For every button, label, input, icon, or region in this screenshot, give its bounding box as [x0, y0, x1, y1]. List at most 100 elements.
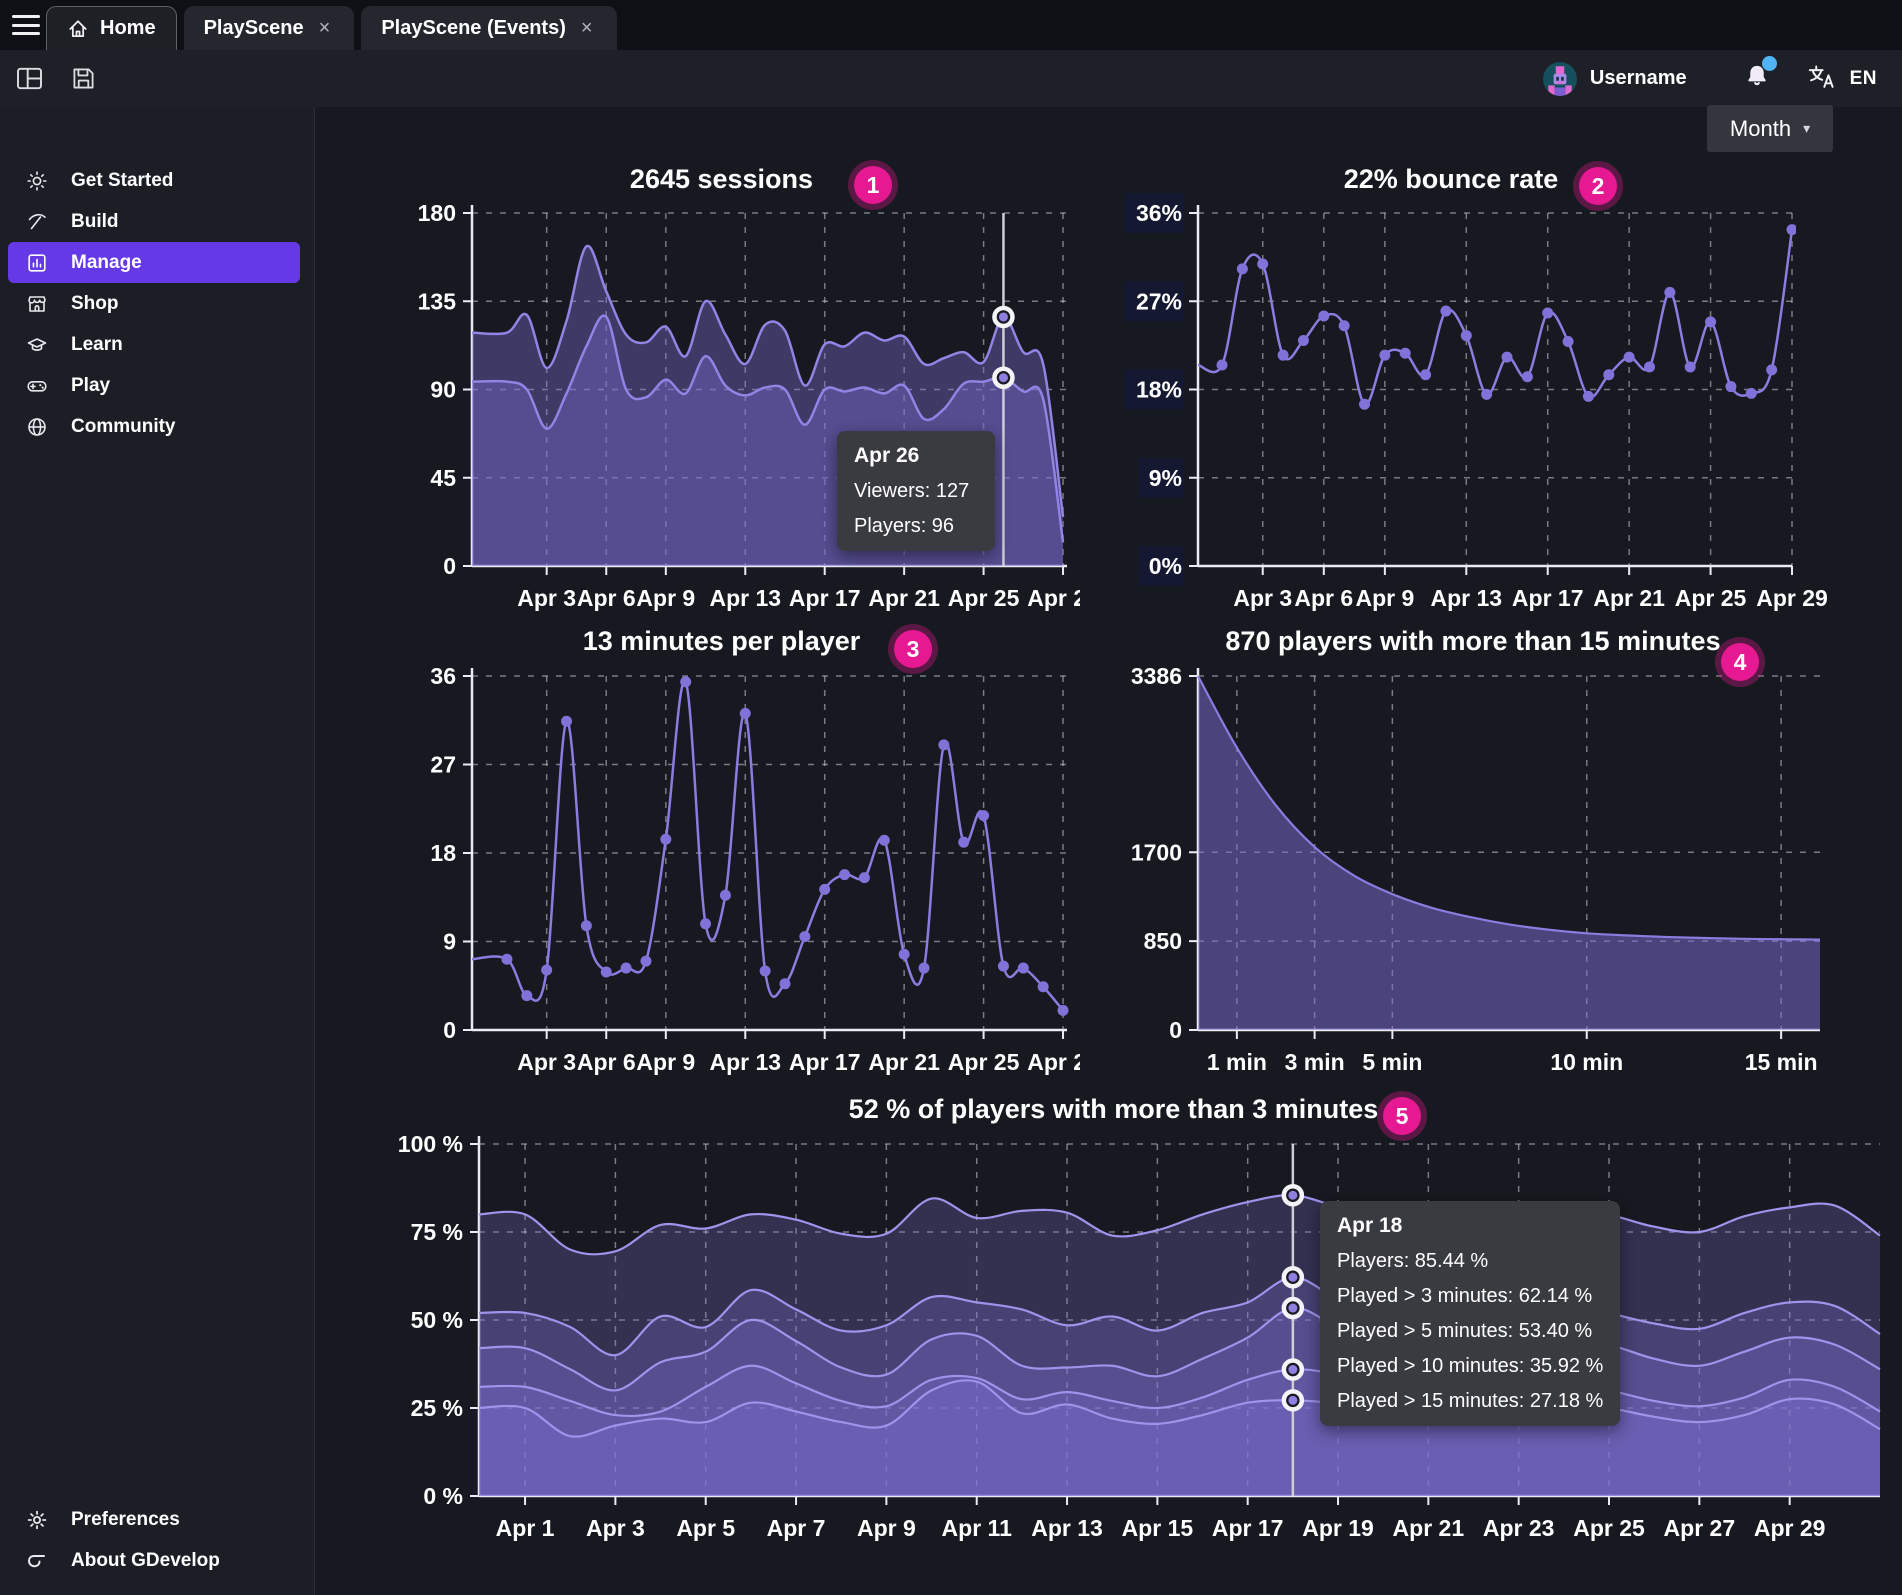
svg-text:Apr 13: Apr 13 [1031, 1515, 1103, 1541]
pickaxe-icon [25, 211, 49, 233]
avatar[interactable] [1543, 62, 1577, 96]
svg-text:Apr 25: Apr 25 [1573, 1515, 1645, 1541]
tab-playscene-events[interactable]: PlayScene (Events) × [361, 6, 616, 50]
svg-text:Apr 17: Apr 17 [789, 585, 861, 611]
svg-text:Apr 7: Apr 7 [767, 1515, 826, 1541]
svg-text:Apr 21: Apr 21 [868, 1049, 940, 1075]
tooltip-title: Apr 26 [854, 444, 978, 468]
svg-text:75 %: 75 % [411, 1219, 463, 1245]
svg-text:Apr 6: Apr 6 [1294, 585, 1353, 611]
sidebar-item-play[interactable]: Play [0, 365, 314, 406]
period-label: Month [1730, 116, 1791, 142]
chart-plot-area: 0 %25 %50 %75 %100 %Apr 1Apr 3Apr 5Apr 7… [370, 1080, 1902, 1560]
svg-text:Apr 9: Apr 9 [636, 585, 695, 611]
tab-home[interactable]: Home [46, 6, 177, 50]
step-badge: 2 [1579, 167, 1617, 205]
gdevelop-logo-icon [25, 1550, 49, 1572]
svg-text:Apr 6: Apr 6 [577, 585, 636, 611]
language-label[interactable]: EN [1850, 68, 1877, 90]
tab-bar: Home PlayScene × PlayScene (Events) × [0, 0, 1902, 50]
svg-text:50 %: 50 % [411, 1307, 463, 1333]
sidebar-item-community[interactable]: Community [0, 406, 314, 447]
graduation-cap-icon [25, 334, 49, 356]
menu-icon[interactable] [12, 13, 40, 37]
chart-tooltip: Apr 26Viewers: 127Players: 96 [837, 431, 995, 551]
notifications-bell-icon[interactable] [1743, 62, 1771, 95]
tooltip-line: Played > 3 minutes: 62.14 % [1337, 1285, 1603, 1308]
svg-text:3386: 3386 [1131, 663, 1182, 689]
sidebar-item-about[interactable]: About GDevelop [0, 1540, 314, 1581]
svg-text:10 min: 10 min [1550, 1049, 1623, 1075]
svg-text:15 min: 15 min [1745, 1049, 1818, 1075]
username-label[interactable]: Username [1590, 67, 1687, 90]
svg-text:Apr 19: Apr 19 [1302, 1515, 1374, 1541]
close-icon[interactable]: × [315, 16, 335, 40]
svg-text:Apr 1: Apr 1 [496, 1515, 555, 1541]
close-icon[interactable]: × [577, 16, 597, 40]
svg-text:135: 135 [418, 288, 457, 314]
period-dropdown[interactable]: Month ▾ [1707, 105, 1833, 152]
svg-text:Apr 17: Apr 17 [1512, 585, 1584, 611]
step-badge: 3 [894, 630, 932, 668]
svg-text:9%: 9% [1149, 465, 1182, 491]
chart-percent-players[interactable]: 52 % of players with more than 3 minutes… [370, 1080, 1902, 1560]
sidebar-item-get-started[interactable]: Get Started [0, 160, 314, 201]
sidebar-item-label: Get Started [71, 170, 173, 192]
chart-canvas[interactable]: 0%9%18%27%36%Apr 3Apr 6Apr 9Apr 13Apr 17… [1100, 150, 1845, 620]
svg-text:Apr 25: Apr 25 [1675, 585, 1747, 611]
svg-text:0: 0 [443, 553, 456, 579]
sidebar-item-preferences[interactable]: Preferences [0, 1499, 314, 1540]
sidebar-item-label: Learn [71, 334, 123, 356]
svg-text:18: 18 [430, 840, 456, 866]
svg-text:Apr 3: Apr 3 [517, 585, 576, 611]
svg-text:Apr 11: Apr 11 [942, 1515, 1013, 1541]
panels-layout-icon[interactable] [12, 63, 47, 94]
gear-icon [25, 1509, 49, 1531]
chart-canvas[interactable]: 0 %25 %50 %75 %100 %Apr 1Apr 3Apr 5Apr 7… [370, 1080, 1902, 1560]
sidebar-footer: Preferences About GDevelop [0, 1499, 314, 1581]
svg-text:180: 180 [418, 200, 456, 226]
svg-text:Apr 25: Apr 25 [948, 1049, 1020, 1075]
svg-text:1 min: 1 min [1207, 1049, 1267, 1075]
svg-text:0: 0 [1169, 1017, 1182, 1043]
sidebar-item-build[interactable]: Build [0, 201, 314, 242]
step-badge: 5 [1383, 1097, 1421, 1135]
chart-canvas[interactable]: 09182736Apr 3Apr 6Apr 9Apr 13Apr 17Apr 2… [370, 612, 1080, 1090]
svg-text:9: 9 [443, 929, 456, 955]
translate-icon[interactable] [1807, 63, 1837, 95]
svg-text:Apr 15: Apr 15 [1122, 1515, 1194, 1541]
tooltip-line: Played > 5 minutes: 53.40 % [1337, 1320, 1603, 1343]
save-icon[interactable] [67, 62, 100, 95]
svg-text:Apr 3: Apr 3 [1233, 585, 1292, 611]
svg-text:Apr 17: Apr 17 [1212, 1515, 1284, 1541]
sidebar-item-label: Shop [71, 293, 119, 315]
tooltip-line: Players: 85.44 % [1337, 1250, 1603, 1273]
chart-canvas[interactable]: 0850170033861 min3 min5 min10 min15 min [1100, 612, 1865, 1090]
tab-label: PlayScene (Events) [381, 17, 566, 40]
svg-text:36%: 36% [1136, 200, 1182, 226]
sidebar-item-learn[interactable]: Learn [0, 324, 314, 365]
step-badge: 4 [1721, 643, 1759, 681]
svg-text:Apr 9: Apr 9 [857, 1515, 916, 1541]
svg-text:100 %: 100 % [398, 1131, 463, 1157]
sidebar-item-label: Community [71, 416, 176, 438]
tooltip-line: Played > 10 minutes: 35.92 % [1337, 1355, 1603, 1378]
chart-bounce-rate[interactable]: 22% bounce rate 2 0%9%18%27%36%Apr 3Apr … [1100, 150, 1845, 620]
chart-minutes-per-player[interactable]: 13 minutes per player 3 09182736Apr 3Apr… [370, 612, 1080, 1090]
chart-retention[interactable]: 870 players with more than 15 minutes 4 … [1100, 612, 1865, 1090]
sidebar-item-shop[interactable]: Shop [0, 283, 314, 324]
sidebar-item-manage[interactable]: Manage [8, 242, 300, 283]
svg-text:0%: 0% [1149, 553, 1182, 579]
svg-text:18%: 18% [1136, 377, 1182, 403]
tab-label: Home [100, 17, 156, 40]
tab-playscene[interactable]: PlayScene × [184, 6, 355, 50]
svg-text:Apr 9: Apr 9 [636, 1049, 695, 1075]
chevron-down-icon: ▾ [1803, 120, 1810, 137]
svg-text:850: 850 [1144, 928, 1182, 954]
svg-text:90: 90 [430, 377, 456, 403]
svg-text:27%: 27% [1136, 288, 1182, 314]
svg-text:36: 36 [430, 663, 456, 689]
chart-sessions[interactable]: 2645 sessions 1 04590135180Apr 3Apr 6Apr… [370, 150, 1080, 620]
svg-text:27: 27 [430, 752, 456, 778]
svg-text:Apr 23: Apr 23 [1483, 1515, 1555, 1541]
